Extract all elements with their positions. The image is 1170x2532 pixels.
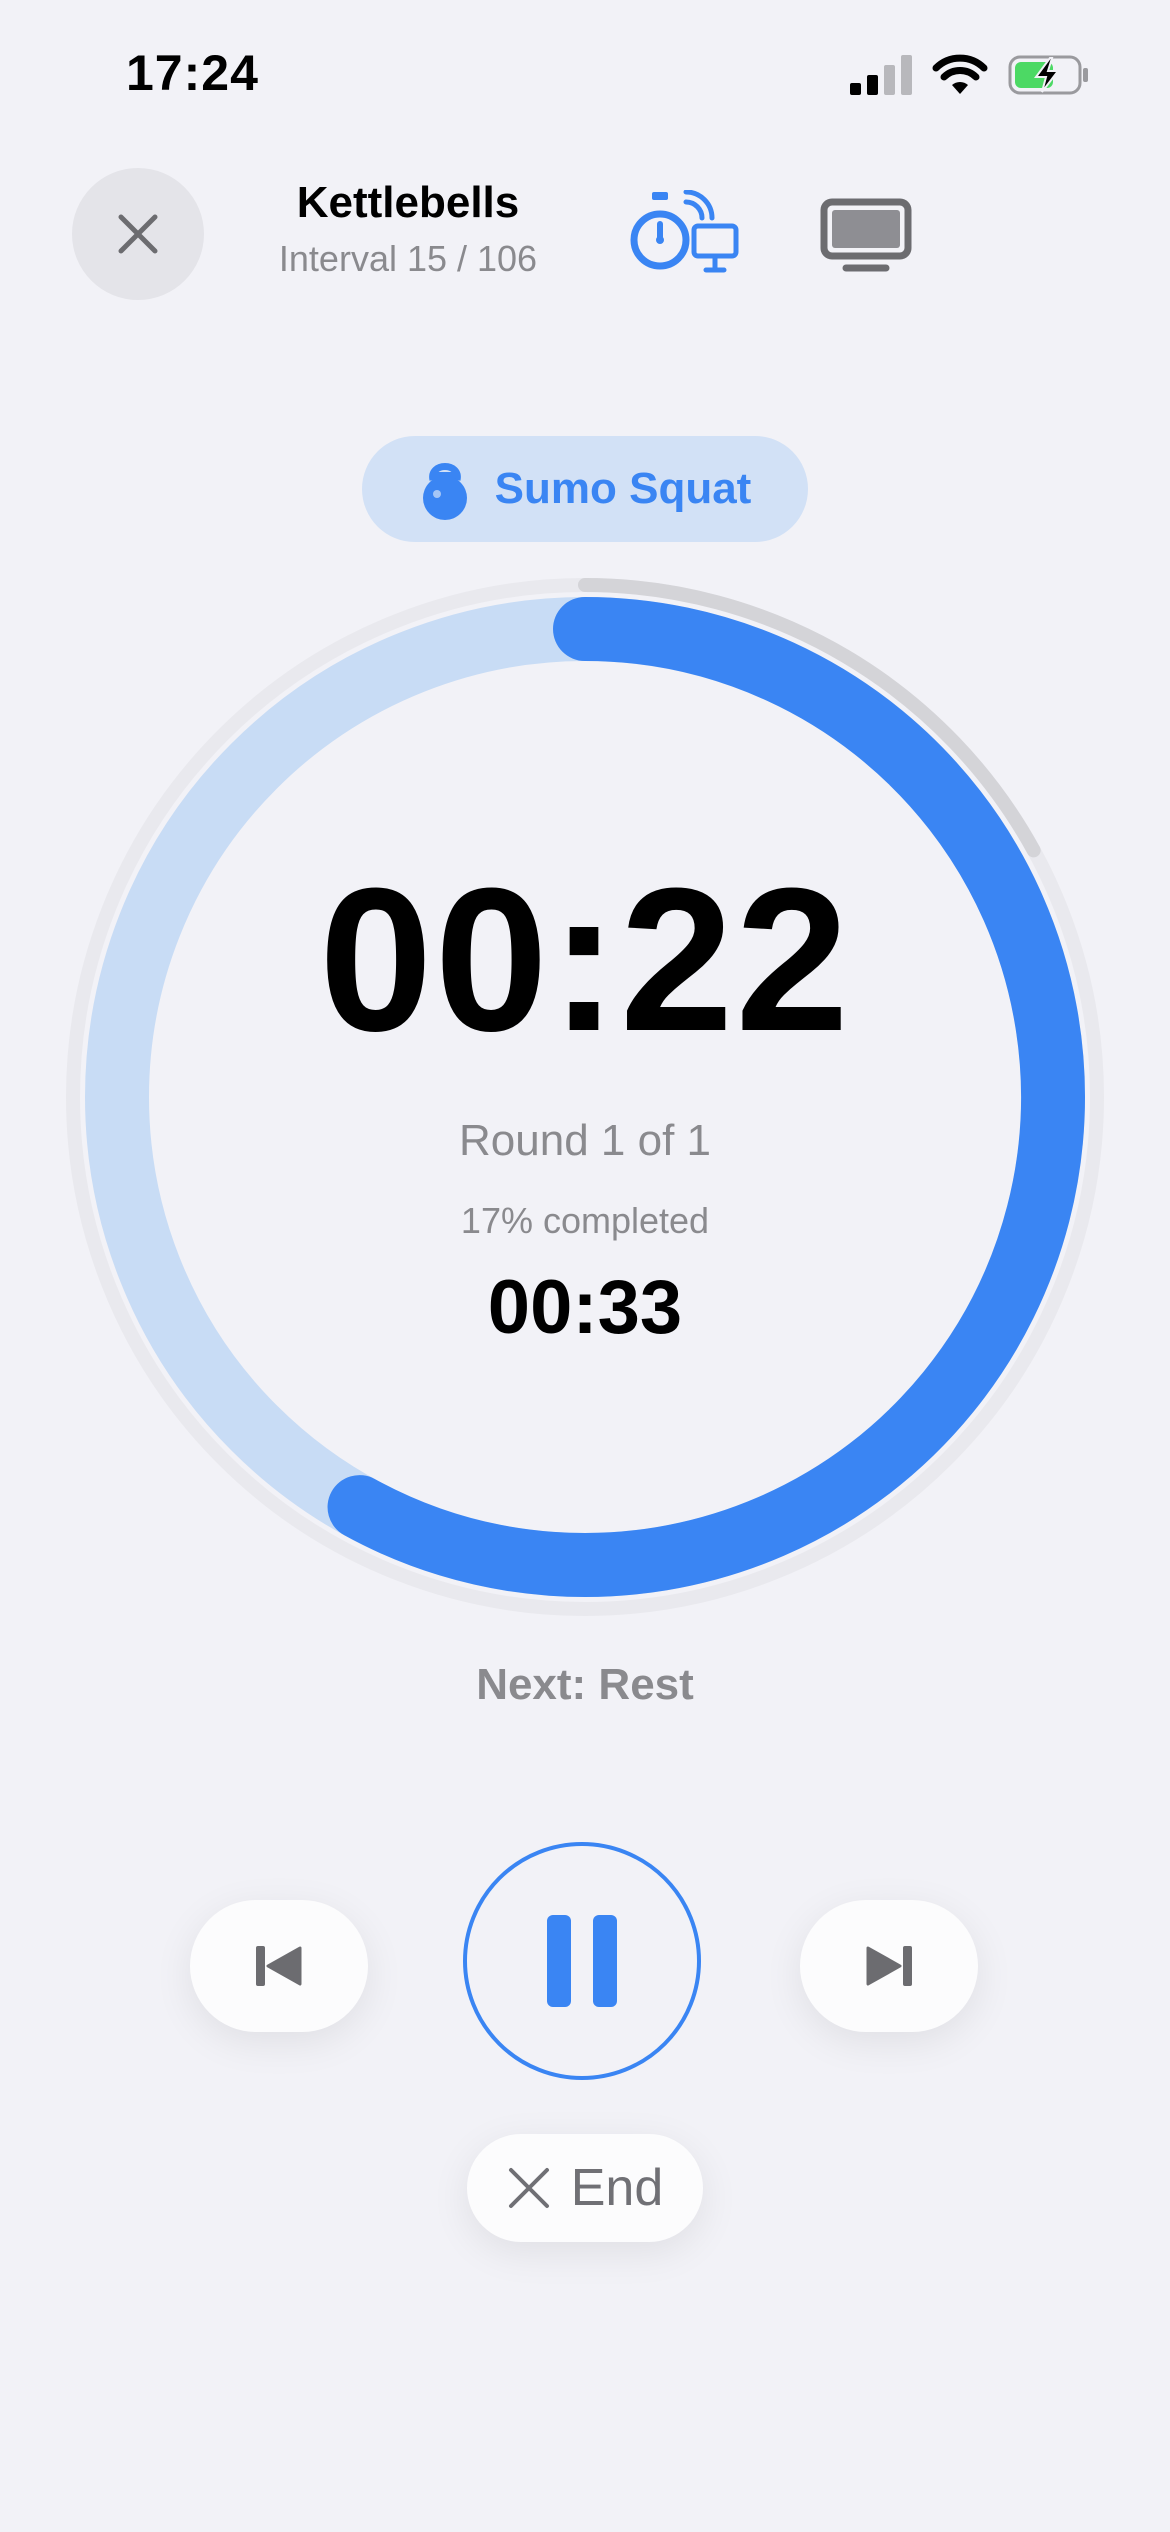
pause-icon-bar: [593, 1915, 617, 2007]
stopwatch-cast-button[interactable]: [630, 189, 740, 280]
skip-previous-icon: [256, 1946, 302, 1986]
progress-ring: [66, 578, 1104, 1616]
interval-progress-arc: [327, 597, 1085, 1597]
close-button[interactable]: [72, 168, 204, 300]
close-icon: [508, 2168, 549, 2208]
tv-icon: [820, 198, 912, 272]
interval-counter: Interval 15 / 106: [278, 238, 538, 279]
next-interval-label: Next: Rest: [476, 1660, 694, 1709]
completion-percentage: 17% completed: [460, 1200, 710, 1241]
next-button[interactable]: [800, 1900, 978, 2032]
previous-button[interactable]: [190, 1900, 368, 2032]
exercise-pill: Sumo Squat: [362, 436, 808, 542]
tv-cast-button[interactable]: [820, 198, 912, 272]
stopwatch-cast-icon: [630, 189, 739, 273]
kettlebell-icon: [422, 463, 467, 520]
exercise-name: Sumo Squat: [494, 464, 752, 513]
round-indicator: Round 1 of 1: [459, 1116, 711, 1165]
status-icons: [850, 54, 1090, 96]
workout-header: Kettlebells Interval 15 / 106: [250, 178, 566, 280]
status-time: 17:24: [126, 45, 259, 101]
close-icon: [118, 214, 158, 254]
skip-next-icon: [866, 1946, 912, 1986]
pause-icon: [547, 1915, 571, 2007]
battery-charging-icon: [1008, 55, 1088, 95]
pause-button[interactable]: [463, 1842, 701, 2080]
end-label: End: [570, 2159, 664, 2217]
remaining-time: 00:22: [319, 846, 851, 1074]
workout-title: Kettlebells: [296, 178, 520, 227]
cellular-signal-icon: [850, 55, 912, 95]
end-workout-button[interactable]: End: [467, 2134, 703, 2242]
wifi-icon: [932, 54, 988, 94]
elapsed-time: 00:33: [487, 1265, 683, 1350]
